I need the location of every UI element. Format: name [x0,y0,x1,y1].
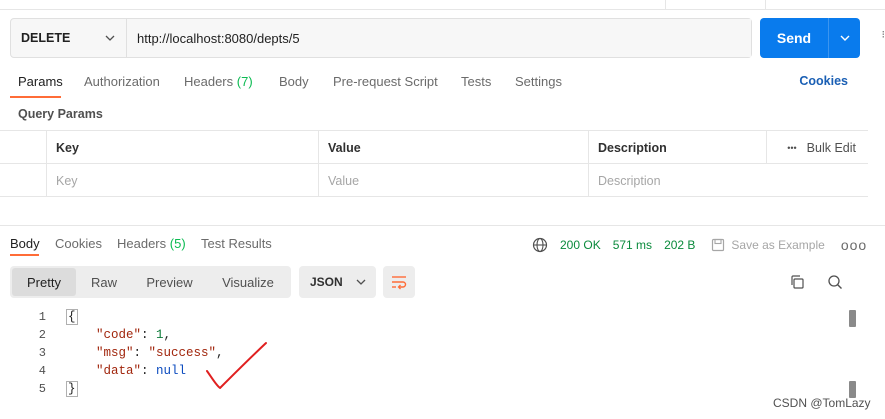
copy-button[interactable] [786,271,808,293]
status-code[interactable]: 200 OK [560,238,601,252]
more-options-icon[interactable]: ••• [787,143,796,153]
code-text: "code": 1, [96,328,172,342]
tab-response-cookies[interactable]: Cookies [55,236,102,251]
column-header-value: Value [318,131,588,164]
line-number: 4 [38,364,46,378]
line-number: 5 [38,382,46,396]
send-button[interactable]: Send [760,18,828,58]
chevron-down-icon [104,32,116,44]
json-key: "data" [96,364,142,378]
line-number: 1 [38,310,46,324]
active-tab-indicator [10,254,39,256]
watermark: CSDN @TomLazy [773,396,871,410]
key-input[interactable]: Key [46,164,318,197]
method-label: DELETE [21,31,71,45]
copy-icon [791,275,804,289]
value-input[interactable]: Value [318,164,588,197]
view-pretty[interactable]: Pretty [12,268,76,296]
tab-settings[interactable]: Settings [515,74,562,89]
chevron-down-icon [355,276,367,288]
bulk-edit-button[interactable]: Bulk Edit [807,141,856,155]
code-line: 2 "code": 1, [0,326,845,344]
column-header-description: Description [588,131,766,164]
url-input[interactable]: http://localhost:8080/depts/5 [127,19,751,57]
pane-divider[interactable] [0,196,885,226]
response-status-bar: 200 OK 571 ms 202 B Save as Example ooo [532,234,867,256]
tab-body[interactable]: Body [279,74,309,89]
save-as-example-label: Save as Example [731,238,825,252]
request-tabs: Params Authorization Headers (7) Body Pr… [0,70,885,100]
code-line: 5 } [0,380,845,398]
line-number: 3 [38,346,46,360]
handwritten-check-mark-icon [206,342,267,389]
tab-response-body[interactable]: Body [10,236,40,251]
query-params-title: Query Params [18,107,103,121]
code-text: { [66,309,78,325]
send-button-group: Send [760,18,860,58]
view-raw[interactable]: Raw [76,268,132,296]
bulk-actions: ••• Bulk Edit [787,131,856,164]
globe-icon[interactable] [532,237,548,253]
json-value: null [156,364,187,378]
format-label: JSON [310,275,343,289]
side-panel-handle[interactable]: ⁝ [882,28,885,41]
more-options-icon[interactable]: ooo [841,237,867,253]
json-key: "msg" [96,346,134,360]
line-number: 2 [38,328,46,342]
code-line: 4 "data": null [0,362,845,380]
wrap-icon [392,276,407,290]
code-text: } [66,381,78,397]
tab-response-headers[interactable]: Headers (5) [117,236,186,251]
code-text: "data": null [96,364,187,378]
search-button[interactable] [824,271,846,293]
code-line: 3 "msg": "success", [0,344,845,362]
save-as-example-button[interactable]: Save as Example [711,238,825,252]
code-line: 1 { [0,308,845,326]
save-icon [712,238,725,252]
send-options-button[interactable] [828,18,860,58]
close-brace: } [66,381,78,397]
table-row: Key Value Description [0,164,868,197]
active-tab-indicator [10,96,61,98]
headers-count: (7) [236,74,253,89]
query-params-table: Key Value Description ••• Bulk Edit Key … [0,130,868,197]
response-tabs: Body Cookies Headers (5) Test Results 20… [0,234,885,258]
tab-pre-request-script[interactable]: Pre-request Script [333,74,438,89]
view-visualize[interactable]: Visualize [207,268,289,296]
response-body-editor[interactable]: 1 { 2 "code": 1, 3 "msg": "success", 4 "… [0,308,860,408]
description-input[interactable]: Description [588,164,868,197]
tab-params[interactable]: Params [18,74,63,89]
open-brace: { [66,309,78,325]
response-size[interactable]: 202 B [664,238,695,252]
method-select[interactable]: DELETE [11,19,127,57]
view-mode-switch: Pretty Raw Preview Visualize [10,266,291,298]
json-key: "code" [96,328,142,342]
chevron-down-icon [840,35,849,41]
request-bar: DELETE http://localhost:8080/depts/5 [10,18,752,58]
search-icon [828,275,842,289]
json-value: 1 [156,328,164,342]
cookies-link[interactable]: Cookies [799,74,848,88]
tab-authorization[interactable]: Authorization [84,74,160,89]
top-tab-button[interactable] [765,0,825,10]
response-time[interactable]: 571 ms [613,238,652,252]
tab-tests[interactable]: Tests [461,74,491,89]
format-select[interactable]: JSON [299,266,376,298]
top-tab-button[interactable] [665,0,725,10]
wrap-lines-button[interactable] [383,266,415,298]
top-tab-strip [0,0,885,10]
response-headers-count: (5) [169,236,186,251]
view-preview[interactable]: Preview [132,268,207,296]
tab-test-results[interactable]: Test Results [201,236,272,251]
column-header-key: Key [46,131,318,164]
scrollbar-thumb[interactable] [849,310,856,327]
table-header-row: Key Value Description ••• Bulk Edit [0,131,868,164]
url-text: http://localhost:8080/depts/5 [137,30,300,46]
tab-headers[interactable]: Headers (7) [184,74,253,89]
